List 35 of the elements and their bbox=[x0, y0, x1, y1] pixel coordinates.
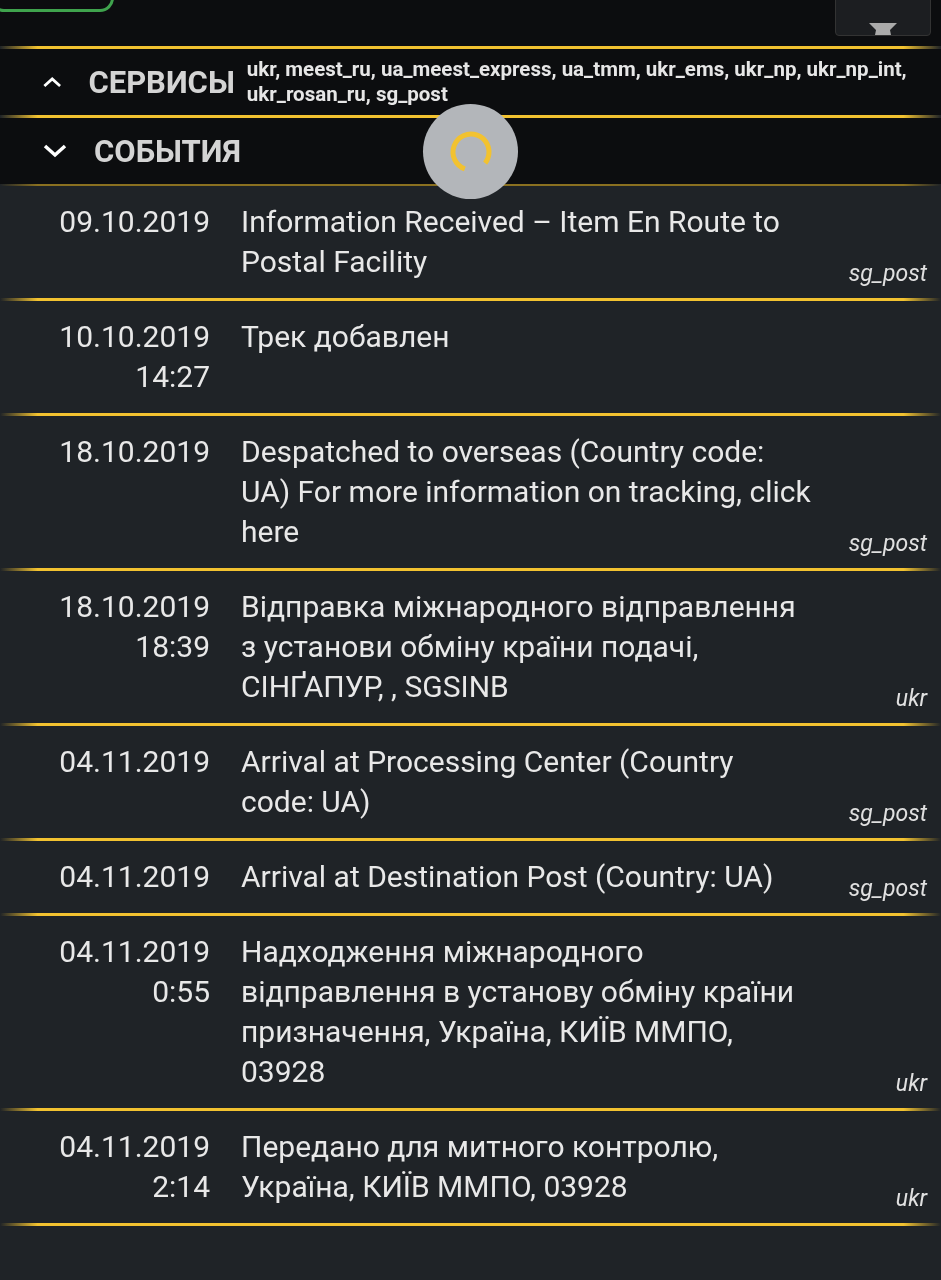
event-description: Надходження міжнародного відправлення в установу обміну країни призначення, Україна, КИЇВ ММПО, 03928 bbox=[241, 933, 796, 1091]
event-time: 18:39 bbox=[135, 628, 210, 666]
event-description: Arrival at Processing Center (Country code: UA) bbox=[241, 743, 735, 821]
event-source: sg_post bbox=[848, 800, 927, 828]
section-header[interactable]: СЕРВИСЫ ukr, meest_ru, ua_meest_express, ua_tmm, ukr_ems, ukr_np, ukr_np_int, ukr_rosan_ru, sg_post bbox=[0, 49, 941, 115]
event-description: Information Received – Item En Route to Postal Facility bbox=[241, 203, 781, 281]
event-time: 2:14 bbox=[152, 1168, 210, 1206]
chevron-down-icon bbox=[42, 143, 68, 159]
event-description: Трек добавлен bbox=[241, 318, 451, 356]
event-description: Despatched to overseas (Country code: UA) For more information on tracking, click here bbox=[241, 433, 811, 551]
event-source: sg_post bbox=[848, 875, 927, 903]
services-list: ukr, meest_ru, ua_meest_express, ua_tmm, ukr_ems, ukr_np, ukr_np_int, ukr_rosan_ru, sg_post bbox=[246, 57, 927, 107]
event-source: sg_post bbox=[848, 260, 927, 288]
event-date: 04.11.2019 bbox=[59, 933, 210, 971]
event-time: 0:55 bbox=[152, 973, 210, 1011]
section-title: СЕРВИСЫ bbox=[88, 63, 235, 101]
event-source: sg_post bbox=[848, 530, 927, 558]
event-description: Arrival at Destination Post (Country: UA) bbox=[241, 858, 775, 896]
favorite-button[interactable] bbox=[835, 0, 931, 36]
event-date: 04.11.2019 bbox=[59, 743, 210, 781]
section-title: СОБЫТИЯ bbox=[94, 132, 241, 170]
event-time: 14:27 bbox=[135, 358, 210, 396]
event-date: 04.11.2019 bbox=[59, 1128, 210, 1166]
event-source: ukr bbox=[895, 1070, 927, 1098]
event-source: ukr bbox=[895, 1185, 927, 1213]
event-date: 18.10.2019 bbox=[59, 433, 210, 471]
event-date: 09.10.2019 bbox=[59, 203, 210, 241]
event-source: ukr bbox=[895, 685, 927, 713]
chevron-up-icon bbox=[42, 74, 63, 90]
event-description: Відправка міжнародного відправлення з установи обміну країни подачі, СІНҐАПУР, , SGSINB bbox=[241, 588, 797, 706]
event-date: 18.10.2019 bbox=[59, 588, 210, 626]
section-header[interactable]: СОБЫТИЯ bbox=[0, 118, 941, 184]
event-description: Передано для митного контролю, Україна, КИЇВ ММПО, 03928 bbox=[241, 1128, 720, 1206]
event-date: 04.11.2019 bbox=[59, 858, 210, 896]
event-date: 10.10.2019 bbox=[59, 318, 210, 356]
